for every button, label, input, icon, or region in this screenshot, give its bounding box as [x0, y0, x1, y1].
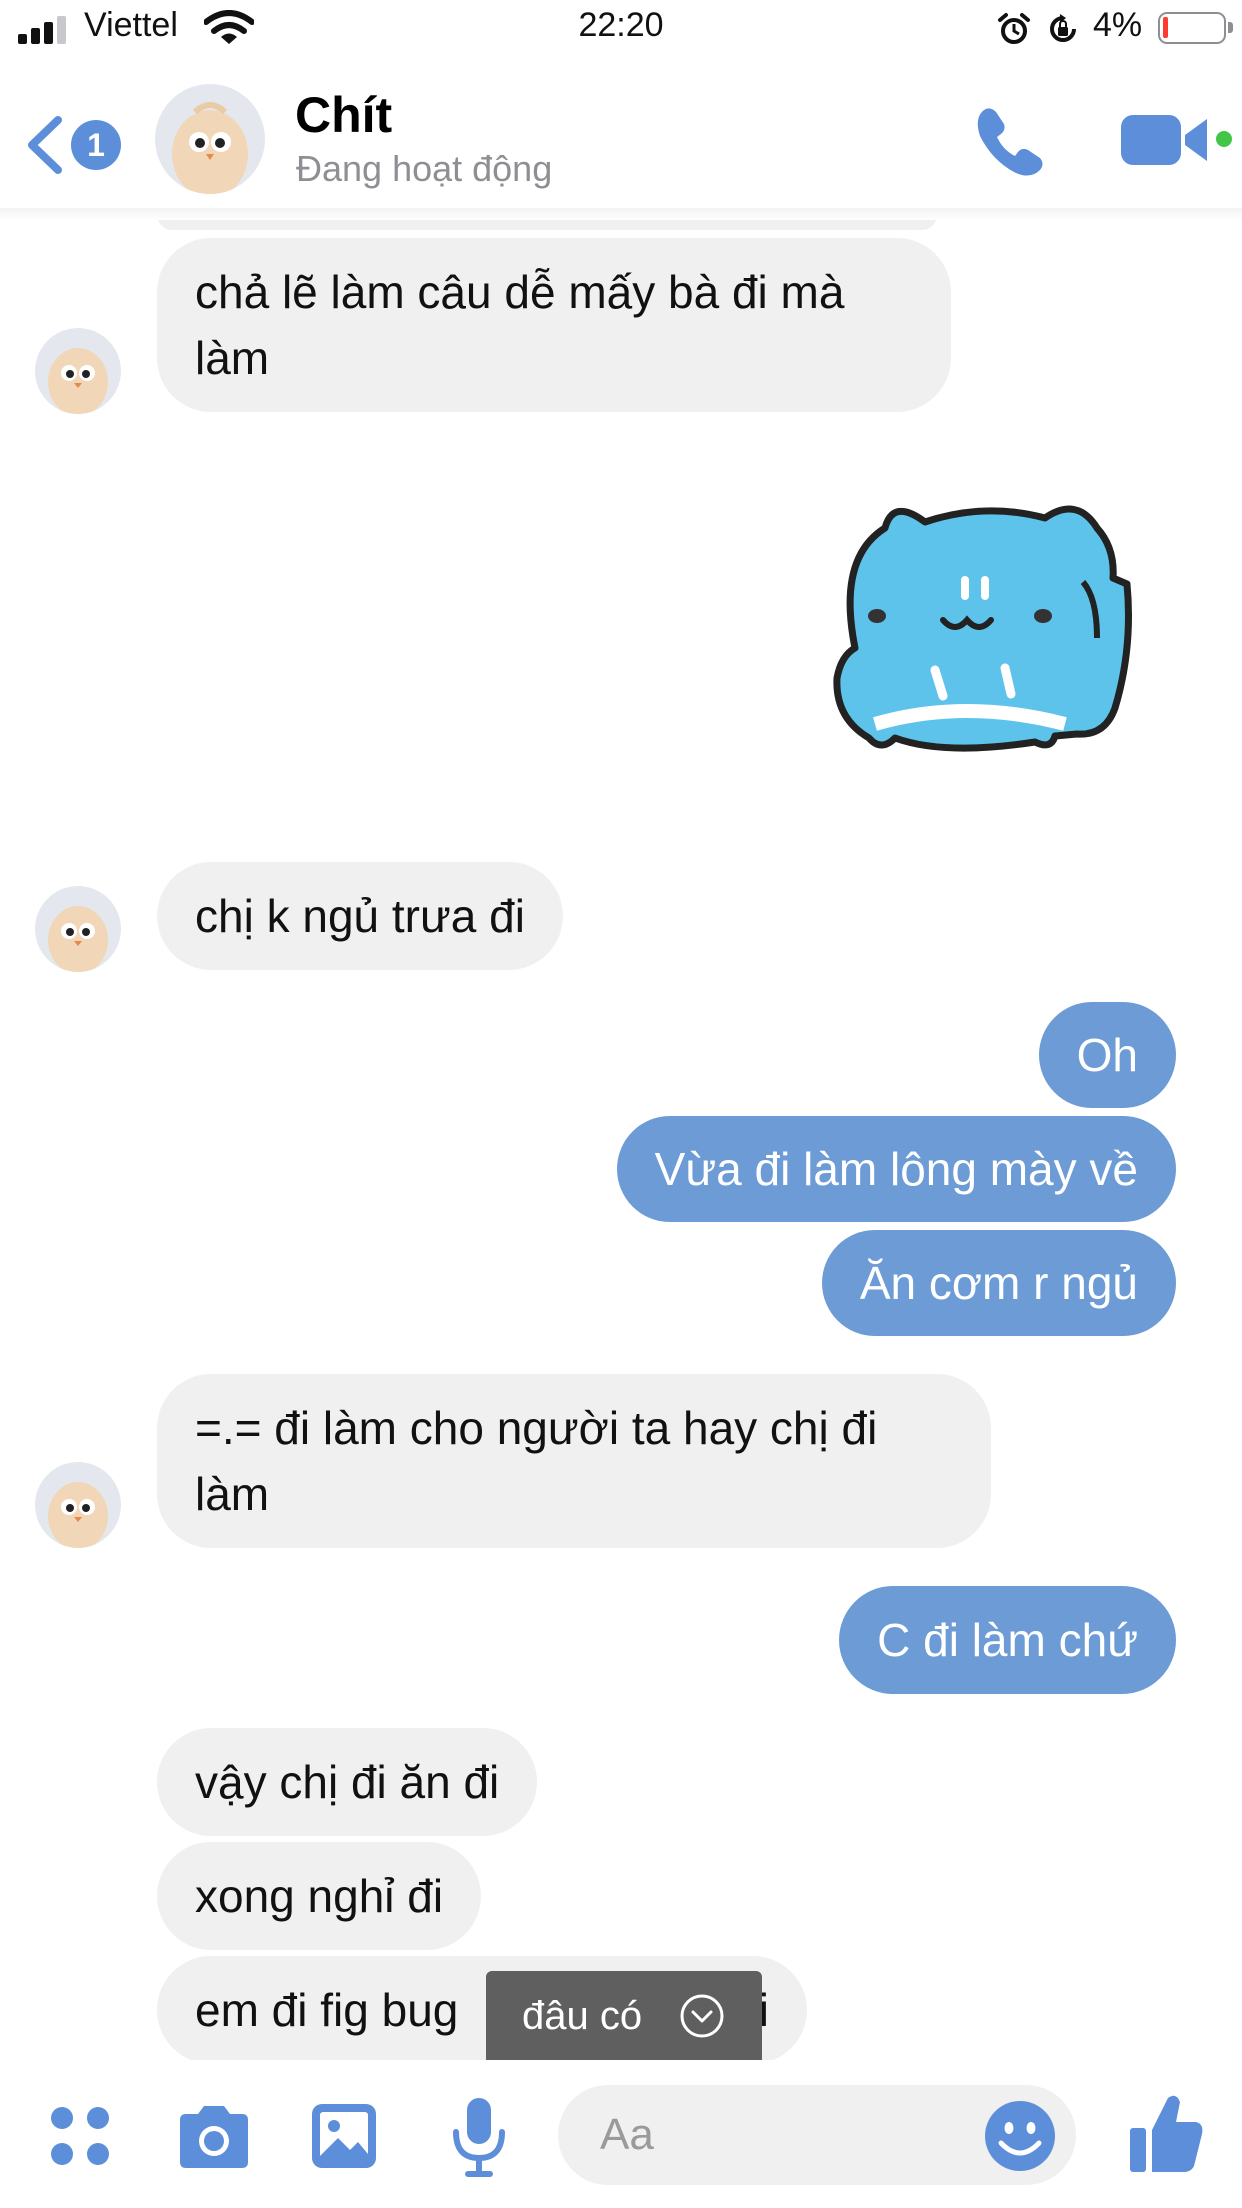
rotation-lock-icon: [1050, 14, 1076, 42]
online-indicator: [1213, 128, 1235, 150]
sender-avatar[interactable]: [35, 886, 121, 972]
chevron-down-circle-icon: [680, 1994, 724, 2038]
message-text: vậy chị đi ăn đi: [195, 1756, 500, 1808]
new-message-toast[interactable]: đâu có: [486, 1971, 762, 2061]
chick-avatar-icon: [35, 1462, 121, 1548]
incoming-message[interactable]: =.= đi làm cho người ta hay chị đi làm: [157, 1374, 991, 1548]
outgoing-message[interactable]: Ăn cơm r ngủ: [821, 1230, 1176, 1336]
outgoing-message[interactable]: Oh: [1038, 1002, 1176, 1108]
message-text: chả lẽ làm câu dễ mấy bà đi mà làm: [195, 266, 845, 384]
message-list[interactable]: chả lẽ làm câu dễ mấy bà đi mà làm chị k…: [0, 220, 1242, 2060]
sender-avatar[interactable]: [35, 1462, 121, 1548]
message-composer: [0, 2060, 1242, 2208]
message-text: =.= đi làm cho người ta hay chị đi làm: [195, 1402, 878, 1520]
thumbs-up-icon[interactable]: [1128, 2092, 1204, 2174]
chick-avatar-icon: [35, 886, 121, 972]
outgoing-message[interactable]: C đi làm chứ: [839, 1586, 1176, 1694]
chevron-left-icon: [28, 116, 62, 174]
incoming-message[interactable]: chả lẽ làm câu dễ mấy bà đi mà làm: [157, 238, 951, 412]
unread-badge: 1: [71, 120, 121, 170]
back-button[interactable]: 1: [22, 110, 132, 180]
message-text: chị k ngủ trưa đi: [195, 890, 525, 942]
incoming-message[interactable]: xong nghỉ đi: [157, 1842, 482, 1950]
incoming-message[interactable]: vậy chị đi ăn đi: [157, 1728, 538, 1836]
photo-icon[interactable]: [308, 2100, 380, 2172]
camera-icon[interactable]: [174, 2102, 254, 2172]
outgoing-message[interactable]: Vừa đi làm lông mày về: [616, 1116, 1176, 1222]
alarm-icon: [998, 13, 1030, 44]
sender-avatar[interactable]: [35, 328, 121, 414]
phone-call-icon[interactable]: [970, 100, 1050, 180]
message-text: Vừa đi làm lông mày về: [654, 1143, 1138, 1195]
chick-avatar-icon: [35, 328, 121, 414]
header-divider: [0, 208, 1242, 220]
message-text: C đi làm chứ: [877, 1614, 1138, 1666]
contact-name[interactable]: Chít: [295, 86, 392, 144]
emoji-icon[interactable]: [983, 2099, 1057, 2173]
incoming-message[interactable]: chị k ngủ trưa đi: [157, 862, 563, 970]
microphone-icon[interactable]: [450, 2096, 508, 2178]
active-status: Đang hoạt động: [296, 148, 553, 189]
conversation-header: 1 Chít Đang hoạt động: [0, 60, 1242, 220]
battery-percentage: 4%: [1093, 6, 1143, 44]
message-input-container: [558, 2085, 1076, 2185]
message-text: Ăn cơm r ngủ: [859, 1257, 1138, 1309]
message-bubble-partial: [157, 220, 937, 230]
status-bar: Viettel 22:20 4%: [0, 0, 1242, 60]
toast-text: đâu có: [522, 1993, 643, 2038]
apps-icon[interactable]: [48, 2104, 114, 2170]
contact-avatar[interactable]: [155, 84, 265, 194]
battery-icon: [1158, 12, 1233, 44]
message-input[interactable]: [600, 2085, 980, 2185]
blue-cat-sticker[interactable]: [815, 488, 1175, 788]
message-text: xong nghỉ đi: [195, 1870, 444, 1922]
chick-avatar-icon: [155, 84, 265, 194]
message-text: Oh: [1076, 1029, 1138, 1081]
message-text: em đi fig bug: [195, 1984, 459, 2036]
